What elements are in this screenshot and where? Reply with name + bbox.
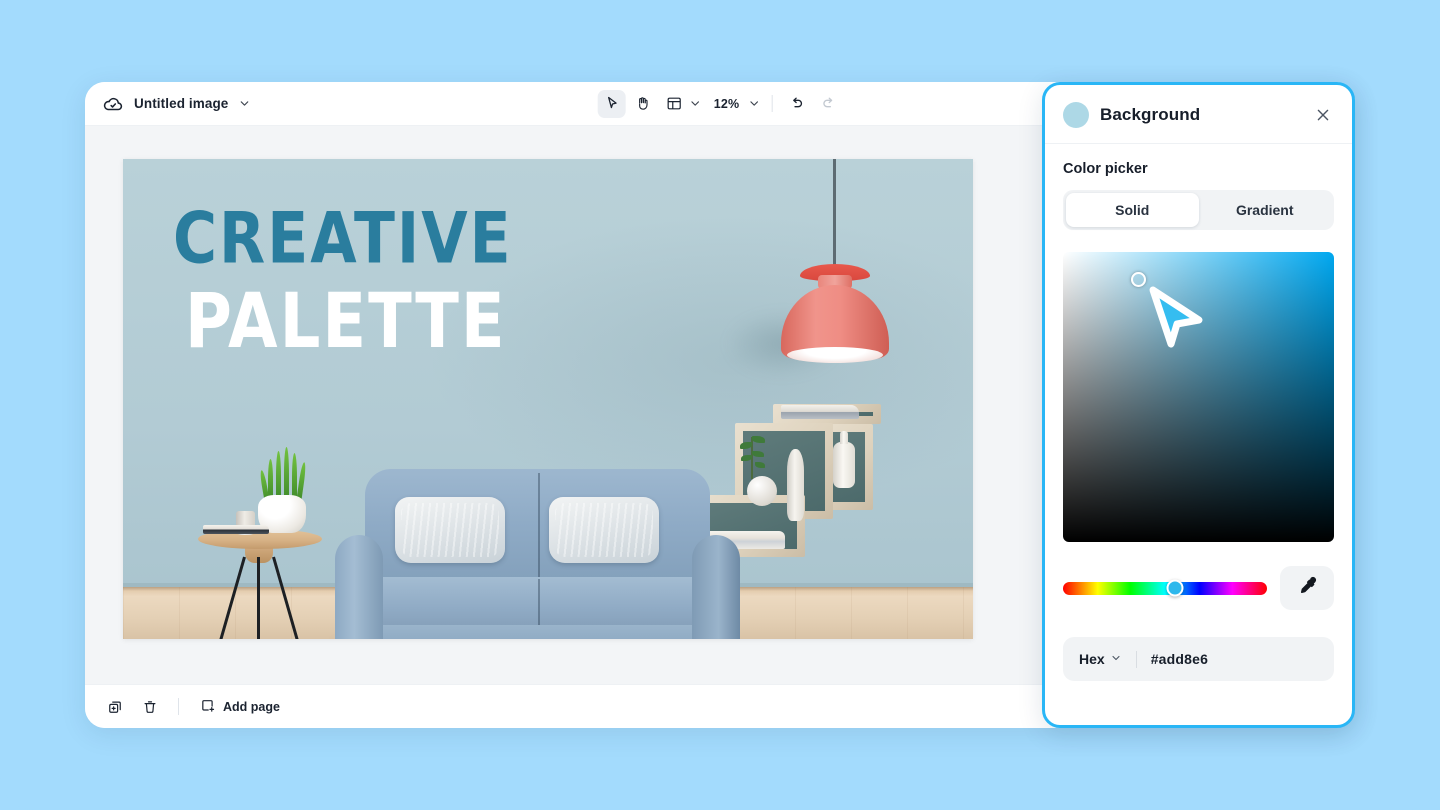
chevron-down-icon[interactable] (689, 97, 702, 110)
add-page-label: Add page (223, 699, 280, 714)
shelf-round-vase (747, 476, 777, 506)
saturation-value-area[interactable] (1063, 252, 1334, 542)
bottom-divider (178, 698, 179, 715)
panel-header: Background (1045, 85, 1352, 144)
chevron-down-icon (1110, 651, 1122, 667)
select-tool[interactable] (597, 89, 626, 118)
pendant-lamp-mouth (787, 347, 883, 363)
trash-icon[interactable] (135, 692, 164, 721)
panel-title: Background (1100, 105, 1201, 124)
shelf-bottle-vase (833, 431, 855, 488)
plant-leaf (752, 436, 765, 443)
color-mode-tabs: Solid Gradient (1063, 190, 1334, 230)
hue-slider-row (1063, 566, 1334, 610)
cursor-arrow-icon (1145, 284, 1207, 355)
hex-mode-label: Hex (1079, 651, 1105, 667)
frame-tool-group (660, 90, 702, 118)
document-title[interactable]: Untitled image (134, 96, 228, 111)
bottom-left-group: Add page (85, 692, 286, 721)
sofa-arm-left (335, 535, 383, 639)
table-books (203, 525, 269, 534)
plus-square-icon (199, 697, 216, 717)
hex-value-input[interactable]: #add8e6 (1151, 651, 1208, 667)
hex-mode-selector[interactable]: Hex (1079, 651, 1122, 667)
zoom-level[interactable]: 12% (705, 97, 745, 111)
redo-button[interactable] (814, 90, 842, 118)
table-plant-blade (284, 447, 289, 501)
artboard[interactable]: CREATIVE PALETTE (123, 159, 973, 639)
eyedropper-icon (1297, 575, 1318, 601)
plant-leaf (752, 451, 764, 457)
chevron-down-icon[interactable] (238, 97, 251, 110)
color-picker-label: Color picker (1063, 161, 1148, 177)
shelf-books-top (781, 405, 859, 419)
eyedropper-button[interactable] (1280, 566, 1334, 610)
frame-tool[interactable] (660, 90, 688, 118)
toolbar-divider (771, 95, 773, 112)
sofa-pillow-left (395, 497, 505, 563)
pendant-lamp-cord (833, 159, 836, 269)
hex-input-row[interactable]: Hex #add8e6 (1063, 637, 1334, 681)
side-table-leg (257, 557, 260, 639)
duplicate-page-icon[interactable] (100, 692, 129, 721)
artwork-headline: CREATIVE PALETTE (173, 197, 513, 360)
table-plant-blade (276, 451, 281, 501)
undo-button[interactable] (783, 90, 811, 118)
current-color-swatch[interactable] (1063, 102, 1089, 128)
tab-gradient[interactable]: Gradient (1199, 193, 1332, 227)
hand-tool[interactable] (629, 90, 657, 118)
shelf-tall-vase (787, 449, 804, 521)
toolbar-left-group: Untitled image (85, 93, 251, 115)
headline-line-1: CREATIVE (173, 197, 513, 281)
close-icon[interactable] (1312, 104, 1334, 126)
sofa-seat-cushions (361, 577, 714, 629)
hue-slider[interactable] (1063, 579, 1267, 597)
toolbar-center-group: 12% (597, 89, 843, 118)
tab-solid[interactable]: Solid (1066, 193, 1199, 227)
cloud-check-icon (102, 93, 124, 115)
sofa-pillow-right (549, 497, 659, 563)
sofa-base (357, 625, 718, 639)
hex-divider (1135, 650, 1137, 668)
chevron-down-icon[interactable] (747, 97, 760, 110)
headline-line-2: PALETTE (185, 278, 507, 367)
add-page-button[interactable]: Add page (193, 693, 286, 721)
plant-leaf (755, 462, 765, 468)
color-marker-ring-icon[interactable] (1131, 272, 1146, 287)
background-panel: Background Color picker Solid Gradient H… (1042, 82, 1355, 728)
hue-slider-thumb[interactable] (1166, 579, 1184, 597)
sofa-arm-right (692, 535, 740, 639)
